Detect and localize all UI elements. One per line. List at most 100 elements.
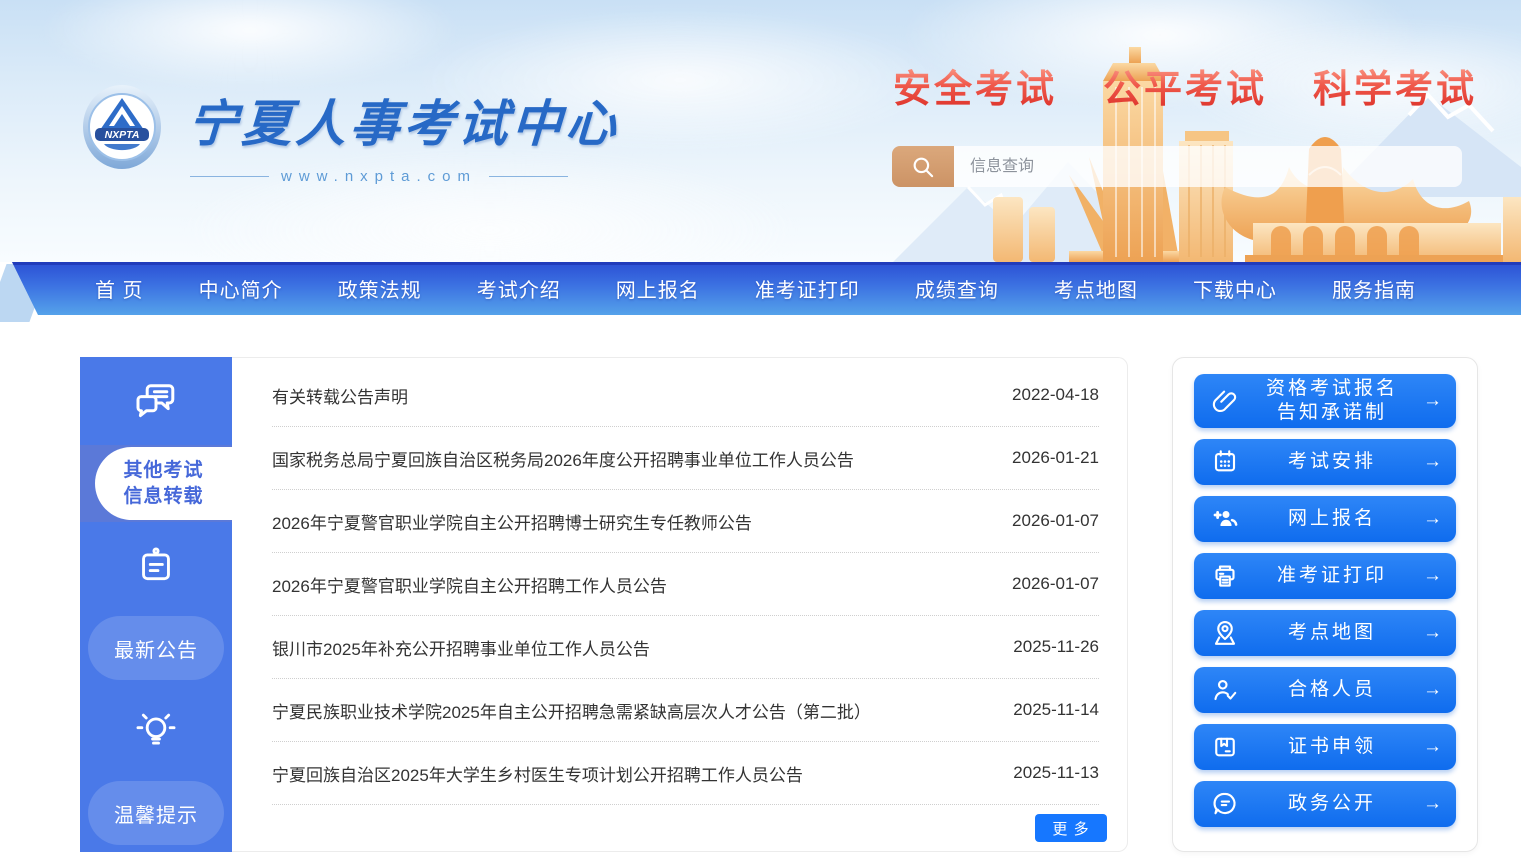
nav-item-policies[interactable]: 政策法规 xyxy=(338,274,422,303)
location-pin-icon xyxy=(1208,616,1242,650)
slogan-scientific: 科学考试 xyxy=(1313,58,1477,113)
sidebar-tab-other-exam-info[interactable]: 其他考试 信息转载 xyxy=(80,445,232,522)
arrow-right-icon: → xyxy=(1422,565,1442,587)
quick-link-label: 政务公开 xyxy=(1242,792,1422,816)
table-row: 2026年宁夏警官职业学院自主公开招聘博士研究生专任教师公告 2026-01-0… xyxy=(272,490,1099,553)
sidebar-tab-friendly-tips[interactable]: 温馨提示 xyxy=(80,775,232,852)
announcement-link[interactable]: 宁夏回族自治区2025年大学生乡村医生专项计划公开招聘工作人员公告 xyxy=(272,761,803,786)
main-nav: 首 页 中心简介 政策法规 考试介绍 网上报名 准考证打印 成绩查询 考点地图 … xyxy=(0,262,1521,315)
nav-item-admission-ticket[interactable]: 准考证打印 xyxy=(755,274,860,303)
arrow-right-icon: → xyxy=(1422,679,1442,701)
arrow-right-icon: → xyxy=(1422,622,1442,644)
cloud-decoration xyxy=(40,0,460,90)
nav-item-service-guide[interactable]: 服务指南 xyxy=(1332,274,1416,303)
quick-link-government-affairs[interactable]: 政务公开 → xyxy=(1194,781,1456,827)
announcement-date: 2025-11-14 xyxy=(1013,700,1099,720)
announcement-date: 2025-11-26 xyxy=(1013,637,1099,657)
link-icon xyxy=(1208,384,1242,418)
quick-link-label: 考点地图 xyxy=(1242,621,1422,645)
certificate-icon xyxy=(1208,730,1242,764)
site-url-row: www.nxpta.com xyxy=(190,168,568,185)
nav-list: 首 页 中心简介 政策法规 考试介绍 网上报名 准考证打印 成绩查询 考点地图 … xyxy=(0,262,1521,315)
page-title: 宁夏人事考试中心 xyxy=(186,84,622,156)
quick-link-label: 准考证打印 xyxy=(1242,564,1422,588)
announcement-date: 2026-01-07 xyxy=(1012,574,1099,594)
quick-link-label: 考试安排 xyxy=(1242,450,1422,474)
add-user-icon xyxy=(1208,502,1242,536)
announcement-link[interactable]: 银川市2025年补充公开招聘事业单位工作人员公告 xyxy=(272,635,650,660)
announcement-date: 2026-01-07 xyxy=(1012,511,1099,531)
arrow-right-icon: → xyxy=(1422,451,1442,473)
nav-item-center-intro[interactable]: 中心简介 xyxy=(199,274,283,303)
table-row: 宁夏回族自治区2025年大学生乡村医生专项计划公开招聘工作人员公告 2025-1… xyxy=(272,742,1099,805)
slogan-fair: 公平考试 xyxy=(1103,58,1267,113)
person-check-icon xyxy=(1208,673,1242,707)
lightbulb-icon xyxy=(133,708,179,754)
sidebar-tab-latest-pill[interactable]: 最新公告 xyxy=(88,616,224,680)
announcement-link[interactable]: 有关转载公告声明 xyxy=(272,383,408,408)
quick-link-label: 网上报名 xyxy=(1242,507,1422,531)
site-url: www.nxpta.com xyxy=(281,168,477,185)
slogan-banner: 安全考试 公平考试 科学考试 xyxy=(893,58,1477,113)
sidebar-icon-block xyxy=(80,687,232,775)
announcement-link[interactable]: 2026年宁夏警官职业学院自主公开招聘工作人员公告 xyxy=(272,572,667,597)
clipboard-icon xyxy=(133,543,179,589)
sidebar-tab-label-line2: 信息转载 xyxy=(123,484,203,510)
table-row: 宁夏民族职业技术学院2025年自主公开招聘急需紧缺高层次人才公告（第二批） 20… xyxy=(272,679,1099,742)
nav-item-download-center[interactable]: 下载中心 xyxy=(1193,274,1277,303)
arrow-right-icon: → xyxy=(1422,793,1442,815)
chat-info-icon xyxy=(1208,787,1242,821)
sidebar-tab-active-pill[interactable]: 其他考试 信息转载 xyxy=(95,447,232,520)
table-row: 国家税务总局宁夏回族自治区税务局2026年度公开招聘事业单位工作人员公告 202… xyxy=(272,427,1099,490)
sidebar-tabs: 其他考试 信息转载 最新公告 xyxy=(80,357,232,852)
more-button[interactable]: 更 多 xyxy=(1035,814,1107,842)
announcement-link[interactable]: 宁夏民族职业技术学院2025年自主公开招聘急需紧缺高层次人才公告（第二批） xyxy=(272,698,871,723)
arrow-right-icon: → xyxy=(1422,736,1442,758)
main-content: 其他考试 信息转载 最新公告 xyxy=(80,357,1478,852)
announcement-list: 有关转载公告声明 2022-04-18 国家税务总局宁夏回族自治区税务局2026… xyxy=(232,357,1128,852)
quick-link-exam-schedule[interactable]: 考试安排 → xyxy=(1194,439,1456,485)
announcement-date: 2026-01-21 xyxy=(1012,448,1099,468)
quick-link-label: 合格人员 xyxy=(1242,678,1422,702)
nav-item-exam-site-map[interactable]: 考点地图 xyxy=(1054,274,1138,303)
quick-link-exam-site-map[interactable]: 考点地图 → xyxy=(1194,610,1456,656)
quick-link-certificate-claim[interactable]: 证书申领 → xyxy=(1194,724,1456,770)
nav-item-home[interactable]: 首 页 xyxy=(95,274,144,303)
arrow-right-icon: → xyxy=(1422,508,1442,530)
calendar-icon xyxy=(1208,445,1242,479)
printer-icon xyxy=(1208,559,1242,593)
search-input[interactable] xyxy=(954,146,1462,187)
announcement-link[interactable]: 国家税务总局宁夏回族自治区税务局2026年度公开招聘事业单位工作人员公告 xyxy=(272,446,854,471)
table-row: 银川市2025年补充公开招聘事业单位工作人员公告 2025-11-26 xyxy=(272,616,1099,679)
search-button[interactable] xyxy=(892,146,954,187)
svg-text:NXPTA: NXPTA xyxy=(105,129,140,141)
announcement-link[interactable]: 2026年宁夏警官职业学院自主公开招聘博士研究生专任教师公告 xyxy=(272,509,752,534)
quick-link-label: 资格考试报名 告知承诺制 xyxy=(1242,377,1422,425)
search-bar xyxy=(892,146,1462,187)
nav-item-online-registration[interactable]: 网上报名 xyxy=(616,274,700,303)
sidebar-icon-block xyxy=(80,357,232,445)
site-logo: NXPTA xyxy=(82,84,162,170)
chat-bubbles-icon xyxy=(132,377,180,425)
quick-link-online-registration[interactable]: 网上报名 → xyxy=(1194,496,1456,542)
slogan-safe: 安全考试 xyxy=(893,58,1057,113)
nav-item-exam-intro[interactable]: 考试介绍 xyxy=(477,274,561,303)
arrow-right-icon: → xyxy=(1422,390,1442,412)
table-row: 有关转载公告声明 2022-04-18 xyxy=(272,364,1099,427)
quick-link-qualified-personnel[interactable]: 合格人员 → xyxy=(1194,667,1456,713)
sidebar-tab-latest-announcements[interactable]: 最新公告 xyxy=(80,610,232,687)
sidebar-tab-tips-pill[interactable]: 温馨提示 xyxy=(88,781,224,845)
divider xyxy=(190,176,269,177)
more-row: 更 多 xyxy=(232,805,1127,851)
nav-item-score-query[interactable]: 成绩查询 xyxy=(915,274,999,303)
sidebar-tab-label-line1: 其他考试 xyxy=(123,458,203,484)
quick-links-panel: 资格考试报名 告知承诺制 → 考试安排 → xyxy=(1172,357,1478,852)
table-row: 2026年宁夏警官职业学院自主公开招聘工作人员公告 2026-01-07 xyxy=(272,553,1099,616)
site-header: NXPTA 宁夏人事考试中心 www.nxpta.com 安全考试 公平考试 科… xyxy=(0,0,1521,262)
divider xyxy=(489,176,568,177)
quick-link-commitment[interactable]: 资格考试报名 告知承诺制 → xyxy=(1194,374,1456,428)
sidebar-icon-block xyxy=(80,522,232,610)
quick-link-print-ticket[interactable]: 准考证打印 → xyxy=(1194,553,1456,599)
page: NXPTA 宁夏人事考试中心 www.nxpta.com 安全考试 公平考试 科… xyxy=(0,0,1521,867)
cloud-decoration xyxy=(180,150,800,262)
